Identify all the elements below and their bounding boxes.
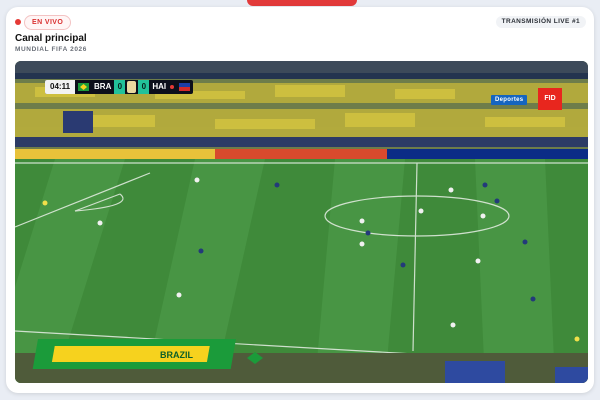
stand-banner-text: BRAZIL: [160, 350, 193, 360]
live-badge: EN VIVO: [24, 15, 72, 30]
brazil-flag-icon: [78, 83, 90, 91]
channel-subtitle: MUNDIAL FIFA 2026: [15, 46, 87, 53]
haiti-flag-icon: [179, 83, 191, 91]
scoreboard: 04:11 BRA 0 0 HAI: [45, 80, 194, 94]
world-cup-trophy-icon: [127, 81, 137, 93]
network-logo: Deportes: [491, 95, 528, 105]
top-accent-bar: [247, 0, 357, 6]
stream-card: EN VIVO TRANSMISIÓN LIVE #1 Canal princi…: [6, 7, 594, 393]
stand-screen: [63, 111, 93, 133]
channel-logo: FID: [538, 88, 562, 110]
live-indicator-dot: [15, 19, 21, 25]
home-score: 0: [114, 80, 126, 94]
home-team: BRA: [94, 82, 112, 91]
match-clock: 04:11: [45, 80, 76, 94]
transmission-badge[interactable]: TRANSMISIÓN LIVE #1: [495, 16, 586, 28]
channel-title: Canal principal: [15, 33, 87, 44]
match-video-frame: BRAZIL: [15, 61, 588, 383]
video-player[interactable]: BRAZIL 04:11 BRA 0 0 HAI Deportes FID: [15, 61, 588, 383]
away-team: HAI: [152, 82, 167, 91]
away-score: 0: [138, 80, 150, 94]
possession-dot-icon: [170, 85, 175, 89]
